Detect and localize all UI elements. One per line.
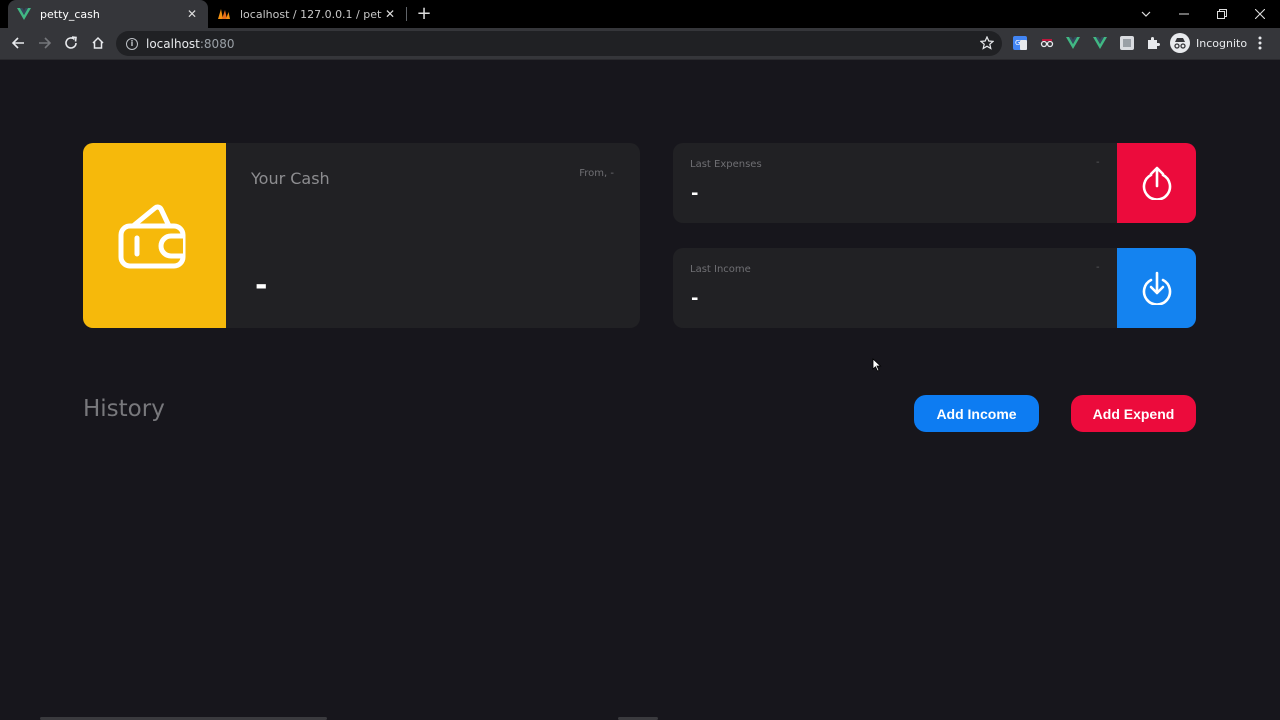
site-info-icon[interactable]: i — [126, 37, 138, 50]
incognito-icon — [1170, 33, 1190, 53]
wallet-icon — [118, 204, 185, 268]
minimize-icon[interactable] — [1165, 0, 1203, 28]
last-income-card: Last Income - - — [673, 248, 1196, 328]
last-expenses-card: Last Expenses - - — [673, 143, 1196, 223]
url-port: :8080 — [199, 36, 235, 51]
incognito-label: Incognito — [1196, 36, 1248, 50]
incognito-profile[interactable]: Incognito — [1170, 32, 1247, 54]
forward-arrow-icon[interactable] — [34, 32, 56, 54]
upload-arrow-icon — [1142, 166, 1171, 200]
last-expenses-value: - — [691, 183, 699, 204]
spy-extension-icon[interactable] — [1039, 35, 1055, 51]
cash-card: Your Cash From, - - — [83, 143, 640, 328]
vue-icon — [16, 6, 32, 22]
close-icon[interactable]: ✕ — [382, 6, 398, 22]
tab-title: petty_cash — [40, 7, 100, 21]
phpmyadmin-icon — [216, 6, 232, 22]
wallet-icon-box — [83, 143, 226, 328]
svg-text:G: G — [1015, 39, 1020, 47]
restore-icon[interactable] — [1203, 0, 1241, 28]
income-icon-box — [1117, 248, 1196, 328]
extension-icon[interactable] — [1119, 35, 1135, 51]
back-arrow-icon[interactable] — [7, 32, 29, 54]
cash-label: Your Cash — [251, 169, 330, 188]
url-host: localhost — [146, 36, 200, 51]
last-expenses-date: - — [1096, 157, 1100, 168]
history-title: History — [83, 396, 165, 422]
last-income-label: Last Income — [690, 264, 751, 275]
mouse-cursor-icon — [872, 357, 882, 376]
last-expenses-label: Last Expenses — [690, 159, 762, 170]
vue-devtools-icon[interactable] — [1092, 35, 1108, 51]
tab-petty-cash[interactable]: petty_cash ✕ — [8, 0, 208, 28]
tab-phpmyadmin[interactable]: localhost / 127.0.0.1 / petty_cash ✕ — [208, 0, 406, 28]
tab-search-icon[interactable] — [1127, 0, 1165, 28]
close-icon[interactable]: ✕ — [184, 6, 200, 22]
toolbar-divider — [0, 59, 1280, 60]
download-arrow-icon — [1142, 271, 1171, 305]
add-income-button[interactable]: Add Income — [914, 395, 1039, 432]
last-income-value: - — [691, 288, 699, 309]
translate-extension-icon[interactable]: G — [1012, 35, 1028, 51]
last-income-date: - — [1096, 262, 1100, 273]
new-tab-button[interactable]: + — [414, 4, 434, 24]
more-menu-icon[interactable] — [1252, 35, 1268, 51]
cash-from: From, - — [579, 168, 614, 179]
expense-icon-box — [1117, 143, 1196, 223]
bookmark-star-icon[interactable] — [979, 35, 995, 54]
tab-strip: petty_cash ✕ localhost / 127.0.0.1 / pet… — [0, 0, 1280, 28]
puzzle-extensions-icon[interactable] — [1145, 35, 1161, 51]
address-bar[interactable]: i localhost:8080 — [116, 31, 1002, 56]
tab-title: localhost / 127.0.0.1 / petty_cash — [240, 7, 382, 21]
tab-separator — [406, 7, 407, 21]
reload-icon[interactable] — [60, 32, 82, 54]
add-expend-button[interactable]: Add Expend — [1071, 395, 1196, 432]
cash-amount: - — [255, 268, 268, 303]
browser-toolbar: i localhost:8080 G Incognito — [0, 28, 1280, 59]
vue-devtools-icon[interactable] — [1065, 35, 1081, 51]
home-icon[interactable] — [87, 32, 109, 54]
close-window-icon[interactable] — [1241, 0, 1279, 28]
